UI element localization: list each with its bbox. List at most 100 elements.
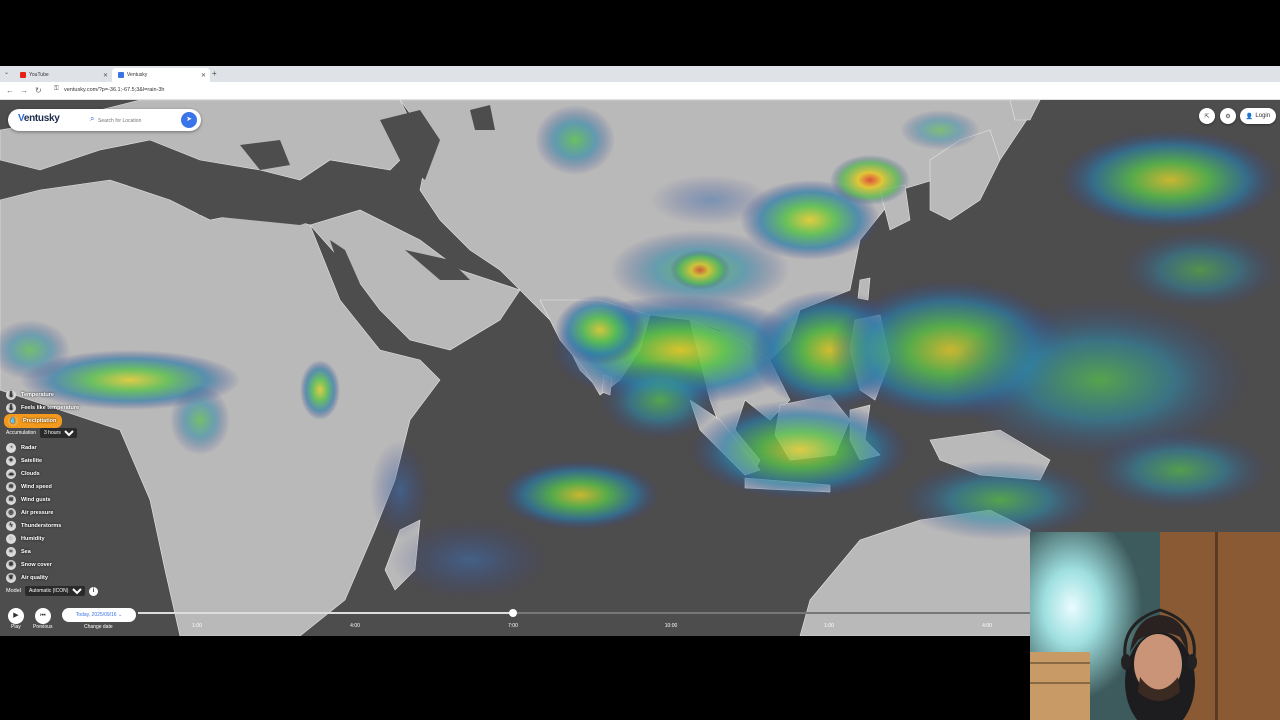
active-layer-pill: 💧 Precipitation xyxy=(4,413,63,428)
layer-label: Precipitation xyxy=(23,417,57,424)
site-info-icon[interactable]: ⚿ xyxy=(54,86,59,93)
settings-button[interactable]: ⚙ xyxy=(1220,108,1236,124)
timeline-track[interactable] xyxy=(138,609,1030,617)
layer-label: Radar xyxy=(21,444,37,451)
model-label: Model xyxy=(6,588,21,594)
wind-icon: ≋ xyxy=(6,494,16,505)
share-button[interactable]: ⇱ xyxy=(1199,108,1215,124)
close-tab-icon[interactable]: ✕ xyxy=(201,72,206,79)
layer-label: Humidity xyxy=(21,535,45,542)
layer-temperature[interactable]: 🌡 Temperature xyxy=(4,388,114,401)
layer-label: Snow cover xyxy=(21,561,52,568)
more-layers-list: ◔ Radar ✦ Satellite ☁ Clouds ≋ Wind speed ≋ Wind … xyxy=(4,441,114,584)
logo-text: entusky xyxy=(23,113,60,124)
layer-air-quality[interactable]: ❦ Air quality xyxy=(4,571,114,584)
address-bar: ← → ↻ ⚿ ventusky.com/?p=-36.1;-67.5;3&l=… xyxy=(0,82,1280,100)
accumulation-label: Accumulation xyxy=(6,430,37,436)
timeline-tick: 7:00 xyxy=(508,623,518,629)
tab-ventusky[interactable]: Ventusky ✕ xyxy=(112,68,210,82)
youtube-favicon-icon xyxy=(20,72,26,78)
search-input[interactable] xyxy=(98,115,178,126)
leaf-icon: ❦ xyxy=(6,572,16,583)
previous-label: Previous xyxy=(33,624,53,630)
layer-thunderstorms[interactable]: ϟ Thunderstorms xyxy=(4,519,114,532)
back-icon[interactable]: ← xyxy=(6,86,14,95)
accumulation-control: Accumulation 3 hours xyxy=(6,428,114,438)
thermometer-icon: 🌡 xyxy=(6,402,16,413)
play-label: Play xyxy=(11,624,21,630)
locate-me-button[interactable]: ➤ xyxy=(181,112,197,128)
tab-label: Ventusky xyxy=(127,72,148,78)
change-date-label: Change date xyxy=(84,624,113,630)
snowflake-icon: ❄ xyxy=(6,559,16,570)
layer-wind-speed[interactable]: ≋ Wind speed xyxy=(4,480,114,493)
timeline-tick: 4:00 xyxy=(982,623,992,629)
radar-icon: ◔ xyxy=(6,442,16,453)
model-select[interactable]: Automatic (ICON) xyxy=(24,586,85,596)
layer-label: Wind speed xyxy=(21,483,52,490)
reload-icon[interactable]: ↻ xyxy=(35,86,42,95)
tab-youtube[interactable]: YouTube ✕ xyxy=(14,68,112,82)
play-icon: ▶ xyxy=(13,612,19,619)
ventusky-favicon-icon xyxy=(118,72,124,78)
forward-icon[interactable]: → xyxy=(20,86,28,95)
play-button[interactable]: ▶ xyxy=(8,608,24,624)
layer-feels-like[interactable]: 🌡 Feels like temperature xyxy=(4,401,114,414)
layer-label: Air pressure xyxy=(21,509,54,516)
drop-icon: 💧 xyxy=(8,415,18,426)
webcam-overlay xyxy=(1030,532,1280,720)
layer-sea[interactable]: ≈ Sea xyxy=(4,545,114,558)
search-icon: ⌕ xyxy=(90,114,95,123)
close-tab-icon[interactable]: ✕ xyxy=(103,72,108,79)
rewind-icon: ⏮ xyxy=(40,613,46,619)
browser-tab-bar: ⌄ YouTube ✕ Ventusky ✕ + xyxy=(0,66,1280,82)
layer-label: Clouds xyxy=(21,470,40,477)
satellite-icon: ✦ xyxy=(6,455,16,466)
chevron-down-icon: ⌄ xyxy=(117,612,123,618)
previous-button[interactable]: ⏮ xyxy=(35,608,51,624)
timeline-tick: 4:00 xyxy=(350,623,360,629)
layer-snow-cover[interactable]: ❄ Snow cover xyxy=(4,558,114,571)
wind-icon: ≋ xyxy=(6,481,16,492)
tab-search-icon[interactable]: ⌄ xyxy=(4,69,9,76)
login-label: Login xyxy=(1255,113,1271,119)
date-value: Today, 2025/09/16 xyxy=(75,612,117,618)
layer-label: Satellite xyxy=(21,457,43,464)
layer-satellite[interactable]: ✦ Satellite xyxy=(4,454,114,467)
cloud-icon: ☁ xyxy=(6,468,16,479)
timeline-tick: 1:00 xyxy=(192,623,202,629)
layer-label: Temperature xyxy=(21,391,54,398)
user-icon: 👤 xyxy=(1245,113,1254,120)
accumulation-select[interactable]: 3 hours xyxy=(40,428,78,438)
timeline-handle[interactable] xyxy=(508,609,517,617)
new-tab-button[interactable]: + xyxy=(212,69,217,78)
login-button[interactable]: 👤 Login xyxy=(1240,108,1276,124)
layer-wind-gusts[interactable]: ≋ Wind gusts xyxy=(4,493,114,506)
layer-humidity[interactable]: ◌ Humidity xyxy=(4,532,114,545)
timeline: ▶ Play ⏮ Previous Today, 2025/09/16 ⌄ Ch… xyxy=(0,604,1030,636)
search-panel: Ventusky ⌕ ➤ xyxy=(8,109,201,131)
timeline-tick: 10:00 xyxy=(664,623,678,629)
timeline-tick: 1:00 xyxy=(824,623,834,629)
layer-label: Air quality xyxy=(21,574,48,581)
info-icon[interactable]: i xyxy=(88,586,98,596)
layer-label: Thunderstorms xyxy=(21,522,62,529)
gear-icon: ⚙ xyxy=(1225,113,1231,120)
tab-label: YouTube xyxy=(29,72,49,78)
layer-label: Sea xyxy=(21,548,31,555)
url-field[interactable]: ventusky.com/?p=-36.1;-67.5;3&l=rain-3h xyxy=(64,87,164,93)
humidity-icon: ◌ xyxy=(6,533,16,544)
thermometer-icon: 🌡 xyxy=(6,389,16,400)
ventusky-logo[interactable]: Ventusky xyxy=(18,113,60,124)
layer-radar[interactable]: ◔ Radar xyxy=(4,441,114,454)
external-link-icon: ⇱ xyxy=(1204,113,1210,120)
timeline-progress xyxy=(138,612,513,614)
layer-clouds[interactable]: ☁ Clouds xyxy=(4,467,114,480)
layer-label: Feels like temperature xyxy=(21,404,80,411)
layer-precipitation[interactable]: 💧 Precipitation xyxy=(4,413,114,428)
webcam-feed xyxy=(1030,532,1280,720)
date-picker-button[interactable]: Today, 2025/09/16 ⌄ xyxy=(62,608,136,622)
layer-air-pressure[interactable]: ◎ Air pressure xyxy=(4,506,114,519)
layers-menu: 🌡 Temperature 🌡 Feels like temperature 💧… xyxy=(4,388,114,584)
model-control: Model Automatic (ICON) i xyxy=(6,586,98,596)
